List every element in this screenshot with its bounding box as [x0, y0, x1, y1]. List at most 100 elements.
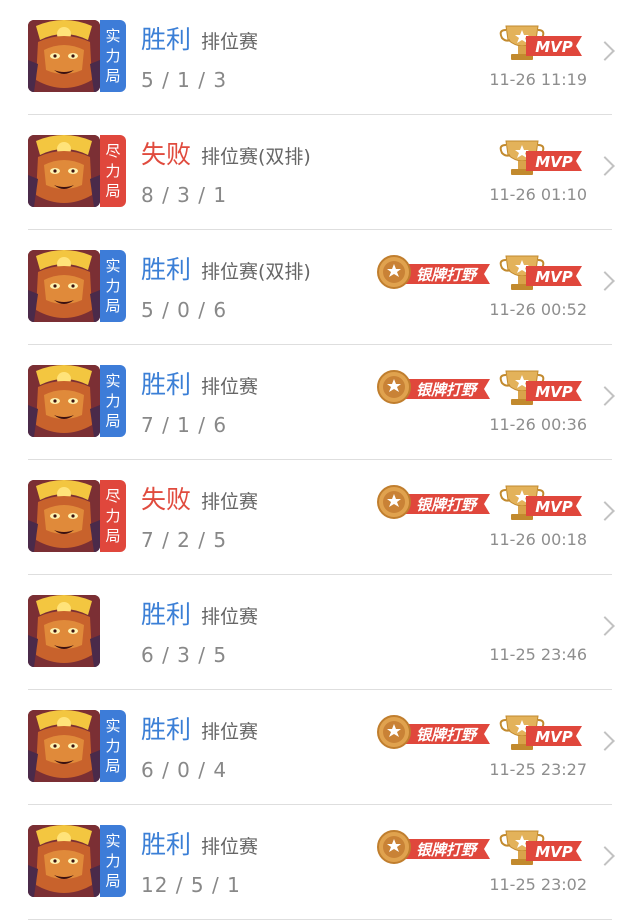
kda-stats: 6 / 3 / 5 — [141, 643, 228, 667]
performance-tag-char: 局 — [105, 297, 121, 315]
match-row[interactable]: 实力局胜利 排位赛 6 / 0 / 4 银牌打野 MVP 11-25 23:27 — [0, 690, 640, 805]
svg-text:MVP: MVP — [535, 383, 573, 401]
kda-stats: 7 / 2 / 5 — [141, 528, 228, 552]
svg-text:银牌打野: 银牌打野 — [416, 496, 479, 514]
match-timestamp: 11-26 00:52 — [489, 300, 587, 319]
match-mode: 排位赛 — [201, 491, 259, 513]
mvp-trophy-icon: MVP — [498, 252, 584, 296]
match-row[interactable]: 尽力局失败 排位赛(双排) 8 / 3 / 1 MVP 11-26 01:10 — [0, 115, 640, 230]
chevron-right-icon[interactable] — [595, 731, 615, 751]
match-mode: 排位赛 — [201, 606, 259, 628]
performance-tag-char: 力 — [105, 162, 121, 180]
performance-tag-char: 尽 — [105, 487, 121, 505]
match-result: 失败 — [141, 140, 192, 169]
kda-stats: 12 / 5 / 1 — [141, 873, 241, 897]
match-row[interactable]: 实力局胜利 排位赛 5 / 1 / 3 MVP 11-26 11:19 — [0, 0, 640, 115]
match-mode: 排位赛 — [201, 721, 259, 743]
hero-avatar-icon — [28, 135, 100, 207]
hero-avatar-icon — [28, 595, 100, 667]
silver-jungle-medal-icon: 银牌打野 — [374, 367, 492, 411]
kda-stats: 5 / 0 / 6 — [141, 298, 228, 322]
match-result: 胜利 — [141, 255, 192, 284]
svg-text:MVP: MVP — [535, 498, 573, 516]
performance-tag-char: 实 — [105, 717, 121, 735]
performance-tag-char: 局 — [105, 757, 121, 775]
mvp-trophy-icon: MVP — [498, 712, 584, 756]
match-timestamp: 11-26 11:19 — [489, 70, 587, 89]
performance-tag: 实力局 — [100, 825, 126, 897]
mvp-trophy-icon: MVP — [498, 22, 584, 66]
match-mode: 排位赛 — [201, 376, 259, 398]
chevron-right-icon[interactable] — [595, 616, 615, 636]
match-timestamp: 11-25 23:02 — [489, 875, 587, 894]
performance-tag: 实力局 — [100, 250, 126, 322]
match-timestamp: 11-26 00:18 — [489, 530, 587, 549]
svg-text:MVP: MVP — [535, 268, 573, 286]
silver-jungle-medal-icon: 银牌打野 — [374, 482, 492, 526]
performance-tag-char: 尽 — [105, 142, 121, 160]
performance-tag-char: 力 — [105, 737, 121, 755]
performance-tag-char: 力 — [105, 47, 121, 65]
silver-jungle-medal-icon: 银牌打野 — [374, 252, 492, 296]
match-mode: 排位赛 — [201, 31, 259, 53]
chevron-right-icon[interactable] — [595, 156, 615, 176]
kda-stats: 6 / 0 / 4 — [141, 758, 228, 782]
performance-tag-char: 实 — [105, 832, 121, 850]
performance-tag: 尽力局 — [100, 480, 126, 552]
performance-tag-char: 实 — [105, 372, 121, 390]
match-row[interactable]: 尽力局失败 排位赛 7 / 2 / 5 银牌打野 MVP 11-26 00:18 — [0, 460, 640, 575]
performance-tag-char: 局 — [105, 412, 121, 430]
performance-tag-char: 力 — [105, 277, 121, 295]
match-row[interactable]: 实力局胜利 排位赛 12 / 5 / 1 银牌打野 MVP 11-25 23:02 — [0, 805, 640, 920]
performance-tag: 实力局 — [100, 365, 126, 437]
chevron-right-icon[interactable] — [595, 501, 615, 521]
svg-text:MVP: MVP — [535, 153, 573, 171]
performance-tag: 尽力局 — [100, 135, 126, 207]
performance-tag: 实力局 — [100, 710, 126, 782]
svg-text:银牌打野: 银牌打野 — [416, 841, 479, 859]
hero-avatar-icon — [28, 480, 100, 552]
match-mode: 排位赛(双排) — [201, 146, 311, 168]
match-timestamp: 11-26 01:10 — [489, 185, 587, 204]
mvp-trophy-icon: MVP — [498, 367, 584, 411]
svg-text:MVP: MVP — [535, 843, 573, 861]
mvp-trophy-icon: MVP — [498, 137, 584, 181]
match-row[interactable]: 胜利 排位赛 6 / 3 / 5 11-25 23:46 — [0, 575, 640, 690]
match-mode: 排位赛(双排) — [201, 261, 311, 283]
match-timestamp: 11-26 00:36 — [489, 415, 587, 434]
chevron-right-icon[interactable] — [595, 386, 615, 406]
performance-tag: 实力局 — [100, 20, 126, 92]
match-result: 胜利 — [141, 25, 192, 54]
chevron-right-icon[interactable] — [595, 271, 615, 291]
match-result: 胜利 — [141, 600, 192, 629]
match-row[interactable]: 实力局胜利 排位赛(双排) 5 / 0 / 6 银牌打野 MVP 11-26 00:52 — [0, 230, 640, 345]
match-row[interactable]: 实力局胜利 排位赛 7 / 1 / 6 银牌打野 MVP 11-26 00:36 — [0, 345, 640, 460]
match-timestamp: 11-25 23:27 — [489, 760, 587, 779]
performance-tag-char: 实 — [105, 257, 121, 275]
performance-tag-char: 力 — [105, 507, 121, 525]
hero-avatar-icon — [28, 250, 100, 322]
performance-tag-char: 力 — [105, 852, 121, 870]
svg-text:MVP: MVP — [535, 728, 573, 746]
match-result: 胜利 — [141, 715, 192, 744]
performance-tag-char: 局 — [105, 527, 121, 545]
kda-stats: 7 / 1 / 6 — [141, 413, 228, 437]
match-result: 胜利 — [141, 370, 192, 399]
hero-avatar-icon — [28, 20, 100, 92]
match-timestamp: 11-25 23:46 — [489, 645, 587, 664]
svg-text:银牌打野: 银牌打野 — [416, 381, 479, 399]
match-history-list: 实力局胜利 排位赛 5 / 1 / 3 MVP 11-26 11:19 尽力局失败 排位赛… — [0, 0, 640, 920]
svg-text:银牌打野: 银牌打野 — [416, 266, 479, 284]
silver-jungle-medal-icon: 银牌打野 — [374, 827, 492, 871]
performance-tag-char: 局 — [105, 182, 121, 200]
performance-tag-char: 局 — [105, 872, 121, 890]
hero-avatar-icon — [28, 710, 100, 782]
chevron-right-icon[interactable] — [595, 846, 615, 866]
chevron-right-icon[interactable] — [595, 41, 615, 61]
mvp-trophy-icon: MVP — [498, 482, 584, 526]
performance-tag-char: 实 — [105, 27, 121, 45]
svg-text:银牌打野: 银牌打野 — [416, 726, 479, 744]
match-mode: 排位赛 — [201, 836, 259, 858]
kda-stats: 8 / 3 / 1 — [141, 183, 228, 207]
silver-jungle-medal-icon: 银牌打野 — [374, 712, 492, 756]
